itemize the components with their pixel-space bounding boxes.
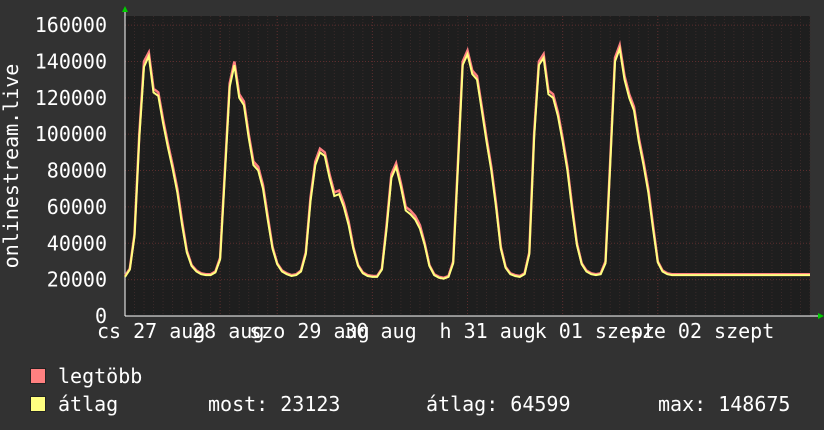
y-axis-arrow bbox=[122, 6, 128, 12]
y-axis-label: onlinestream.live bbox=[0, 64, 23, 269]
x-tick-label: h 31 aug bbox=[440, 319, 536, 343]
legend-label-max: legtöbb bbox=[58, 364, 143, 388]
stat-most: most: 23123 bbox=[208, 392, 341, 416]
y-tick-label: 40000 bbox=[47, 231, 107, 255]
y-tick-label: 20000 bbox=[47, 268, 107, 292]
legend-row-avg: átlag most: 23123 átlag: 64599 max: 1486… bbox=[30, 390, 790, 418]
stat-max: max: 148675 bbox=[658, 392, 791, 416]
legend: legtöbb átlag most: 23123 átlag: 64599 m… bbox=[30, 362, 790, 418]
y-tick-label: 120000 bbox=[35, 86, 107, 110]
y-tick-label: 160000 bbox=[35, 13, 107, 37]
stat-atlag: átlag: 64599 bbox=[426, 392, 571, 416]
x-axis-arrow bbox=[818, 313, 824, 319]
legend-swatch-max bbox=[30, 368, 46, 384]
x-tick-label: sze 02 szept bbox=[630, 319, 775, 343]
y-tick-label: 140000 bbox=[35, 49, 107, 73]
y-tick-label: 60000 bbox=[47, 195, 107, 219]
legend-swatch-avg bbox=[30, 396, 46, 412]
y-tick-label: 80000 bbox=[47, 159, 107, 183]
x-tick-label: 30 aug bbox=[344, 319, 416, 343]
legend-row-max: legtöbb bbox=[30, 362, 790, 390]
x-tick-label: cs 27 aug bbox=[97, 319, 205, 343]
legend-label-avg: átlag bbox=[58, 392, 119, 416]
y-tick-label: 100000 bbox=[35, 122, 107, 146]
chart-svg: 0200004000060000800001000001200001400001… bbox=[0, 6, 824, 343]
